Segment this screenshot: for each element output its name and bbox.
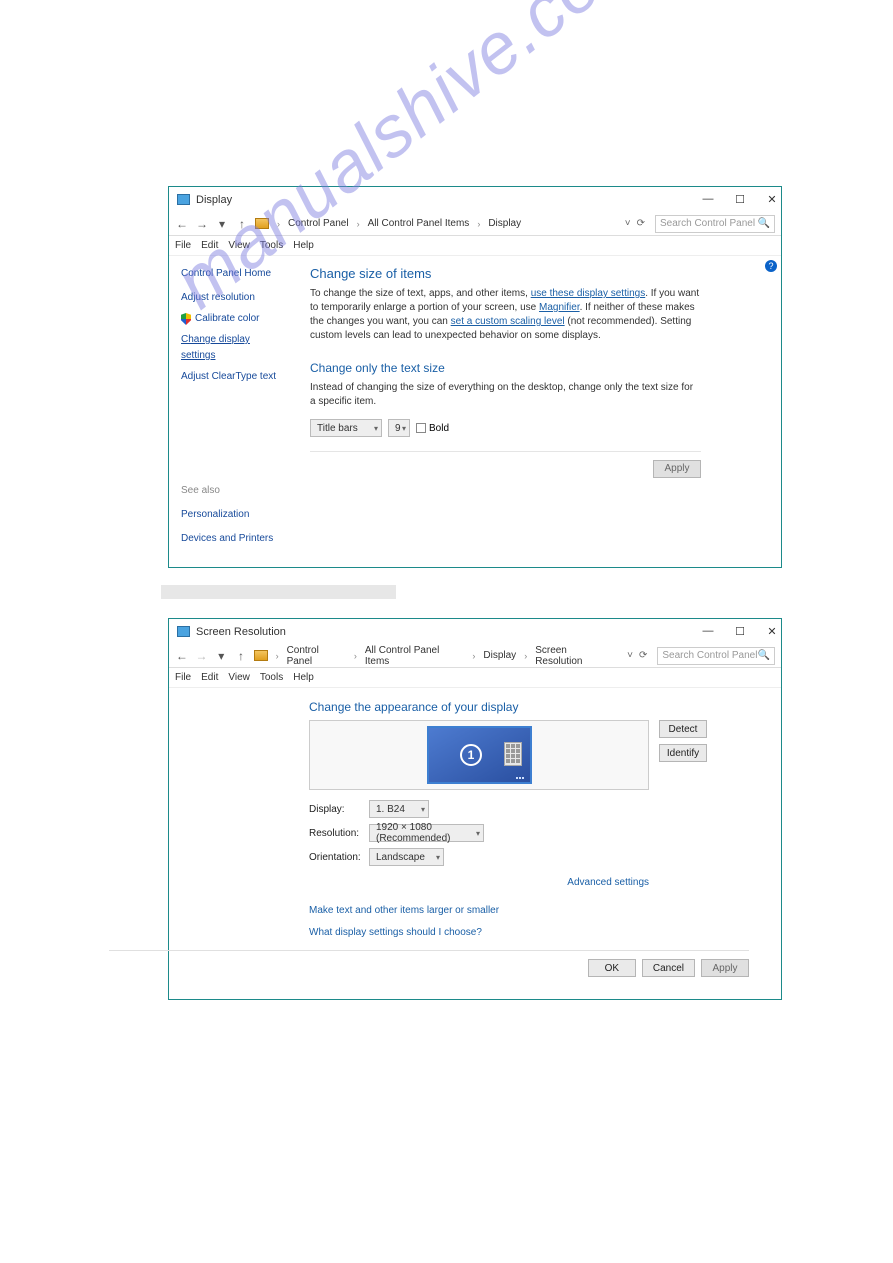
monitor-number: 1 xyxy=(460,744,482,766)
menu-file[interactable]: File xyxy=(175,672,191,683)
menu-edit[interactable]: Edit xyxy=(201,672,218,683)
identify-button[interactable]: Identify xyxy=(659,744,707,762)
folder-icon xyxy=(255,218,269,229)
link-display-help[interactable]: What display settings should I choose? xyxy=(309,927,482,938)
menu-view[interactable]: View xyxy=(228,672,250,683)
maximize-button[interactable]: ☐ xyxy=(733,192,747,206)
up-button[interactable]: ↑ xyxy=(235,217,249,231)
crumb-all-items[interactable]: All Control Panel Items xyxy=(368,218,470,229)
menu-help[interactable]: Help xyxy=(293,672,314,683)
apply-button[interactable]: Apply xyxy=(653,460,701,478)
crumb-dropdown-icon[interactable]: ˅ xyxy=(625,218,631,229)
maximize-button[interactable]: ☐ xyxy=(733,624,747,638)
menu-file[interactable]: File xyxy=(175,240,191,251)
back-button[interactable]: ← xyxy=(175,217,189,231)
crumb-all-items[interactable]: All Control Panel Items xyxy=(365,645,465,667)
menu-edit[interactable]: Edit xyxy=(201,240,218,251)
crumb-control-panel[interactable]: Control Panel xyxy=(288,218,349,229)
cancel-button[interactable]: Cancel xyxy=(642,959,695,977)
keypad-icon xyxy=(504,742,522,766)
help-icon[interactable]: ? xyxy=(765,260,777,272)
search-icon: 🔍 xyxy=(758,650,770,661)
navbar: ← → ▾ ↑ › Control Panel › All Control Pa… xyxy=(169,212,781,236)
search-icon: 🔍 xyxy=(758,218,770,229)
see-also-personalization[interactable]: Personalization xyxy=(181,507,273,523)
menu-tools[interactable]: Tools xyxy=(260,240,283,251)
text-size-description: Instead of changing the size of everythi… xyxy=(310,381,701,409)
sidebar: Control Panel Home Adjust resolution Cal… xyxy=(169,256,294,567)
button-row: OK Cancel Apply xyxy=(109,950,749,977)
see-also-devices-printers[interactable]: Devices and Printers xyxy=(181,531,273,547)
link-custom-scaling[interactable]: set a custom scaling level xyxy=(451,316,565,327)
orientation-label: Orientation: xyxy=(309,852,369,863)
recent-dropdown[interactable]: ▾ xyxy=(214,649,228,663)
sidebar-calibrate-color[interactable]: Calibrate color xyxy=(181,311,286,327)
sidebar-adjust-cleartype[interactable]: Adjust ClearType text xyxy=(181,369,286,385)
link-larger-smaller[interactable]: Make text and other items larger or smal… xyxy=(309,905,499,916)
close-button[interactable]: ✕ xyxy=(765,192,779,206)
sidebar-change-display-settings[interactable]: Change display settings xyxy=(181,332,286,364)
menubar: File Edit View Tools Help xyxy=(169,236,781,256)
up-button[interactable]: ↑ xyxy=(234,649,248,663)
link-magnifier[interactable]: Magnifier xyxy=(539,302,580,313)
item-dropdown[interactable]: Title bars xyxy=(310,419,382,437)
heading-appearance: Change the appearance of your display xyxy=(309,700,781,714)
titlebar: Screen Resolution — ☐ ✕ xyxy=(169,619,781,644)
search-input[interactable]: Search Control Panel 🔍 xyxy=(655,215,775,233)
menu-tools[interactable]: Tools xyxy=(260,672,283,683)
recent-dropdown[interactable]: ▾ xyxy=(215,217,229,231)
crumb-control-panel[interactable]: Control Panel xyxy=(287,645,346,667)
heading-text-size: Change only the text size xyxy=(310,361,701,375)
forward-button[interactable]: → xyxy=(195,217,209,231)
resolution-label: Resolution: xyxy=(309,828,369,839)
display-label: Display: xyxy=(309,804,369,815)
sidebar-adjust-resolution[interactable]: Adjust resolution xyxy=(181,290,286,306)
monitor-icon: 1 xyxy=(427,726,532,784)
ok-button[interactable]: OK xyxy=(588,959,636,977)
refresh-icon[interactable]: ⟳ xyxy=(637,218,645,229)
heading-change-size: Change size of items xyxy=(310,266,701,281)
display-window: Display — ☐ ✕ ← → ▾ ↑ › Control Panel › … xyxy=(168,186,782,568)
control-panel-home[interactable]: Control Panel Home xyxy=(181,266,286,282)
bold-checkbox[interactable]: Bold xyxy=(416,423,449,434)
divider xyxy=(310,451,701,452)
back-button[interactable]: ← xyxy=(175,649,189,663)
close-button[interactable]: ✕ xyxy=(765,624,779,638)
menu-view[interactable]: View xyxy=(228,240,250,251)
checkbox-icon xyxy=(416,423,426,433)
minimize-button[interactable]: — xyxy=(701,624,715,638)
apply-button[interactable]: Apply xyxy=(701,959,749,977)
crumb-screen-resolution[interactable]: Screen Resolution xyxy=(535,645,615,667)
display-app-icon xyxy=(177,194,190,205)
redaction-strip xyxy=(161,585,396,599)
crumb-display[interactable]: Display xyxy=(488,218,521,229)
navbar: ← → ▾ ↑ › Control Panel › All Control Pa… xyxy=(169,644,781,668)
window-title: Display xyxy=(196,194,232,206)
orientation-dropdown[interactable]: Landscape xyxy=(369,848,444,866)
link-display-settings[interactable]: use these display settings xyxy=(531,288,646,299)
size-dropdown[interactable]: 9 xyxy=(388,419,410,437)
titlebar: Display — ☐ ✕ xyxy=(169,187,781,212)
crumb-dropdown-icon[interactable]: ˅ xyxy=(627,650,633,661)
screen-resolution-window: Screen Resolution — ☐ ✕ ← → ▾ ↑ › Contro… xyxy=(168,618,782,1000)
search-input[interactable]: Search Control Panel 🔍 xyxy=(657,647,775,665)
folder-icon xyxy=(254,650,268,661)
see-also: See also Personalization Devices and Pri… xyxy=(181,483,273,555)
detect-button[interactable]: Detect xyxy=(659,720,707,738)
display-dropdown[interactable]: 1. B24 xyxy=(369,800,429,818)
crumb-display[interactable]: Display xyxy=(483,650,516,661)
forward-button: → xyxy=(195,649,209,663)
menu-help[interactable]: Help xyxy=(293,240,314,251)
refresh-icon[interactable]: ⟳ xyxy=(639,650,647,661)
shield-icon xyxy=(181,313,191,325)
window-title: Screen Resolution xyxy=(196,626,286,638)
display-preview[interactable]: 1 xyxy=(309,720,649,790)
advanced-settings-link[interactable]: Advanced settings xyxy=(567,877,649,888)
menubar: File Edit View Tools Help xyxy=(169,668,781,688)
description-paragraph: To change the size of text, apps, and ot… xyxy=(310,287,701,343)
resolution-dropdown[interactable]: 1920 × 1080 (Recommended) xyxy=(369,824,484,842)
display-app-icon xyxy=(177,626,190,637)
minimize-button[interactable]: — xyxy=(701,192,715,206)
main-content: Change size of items To change the size … xyxy=(294,256,781,567)
